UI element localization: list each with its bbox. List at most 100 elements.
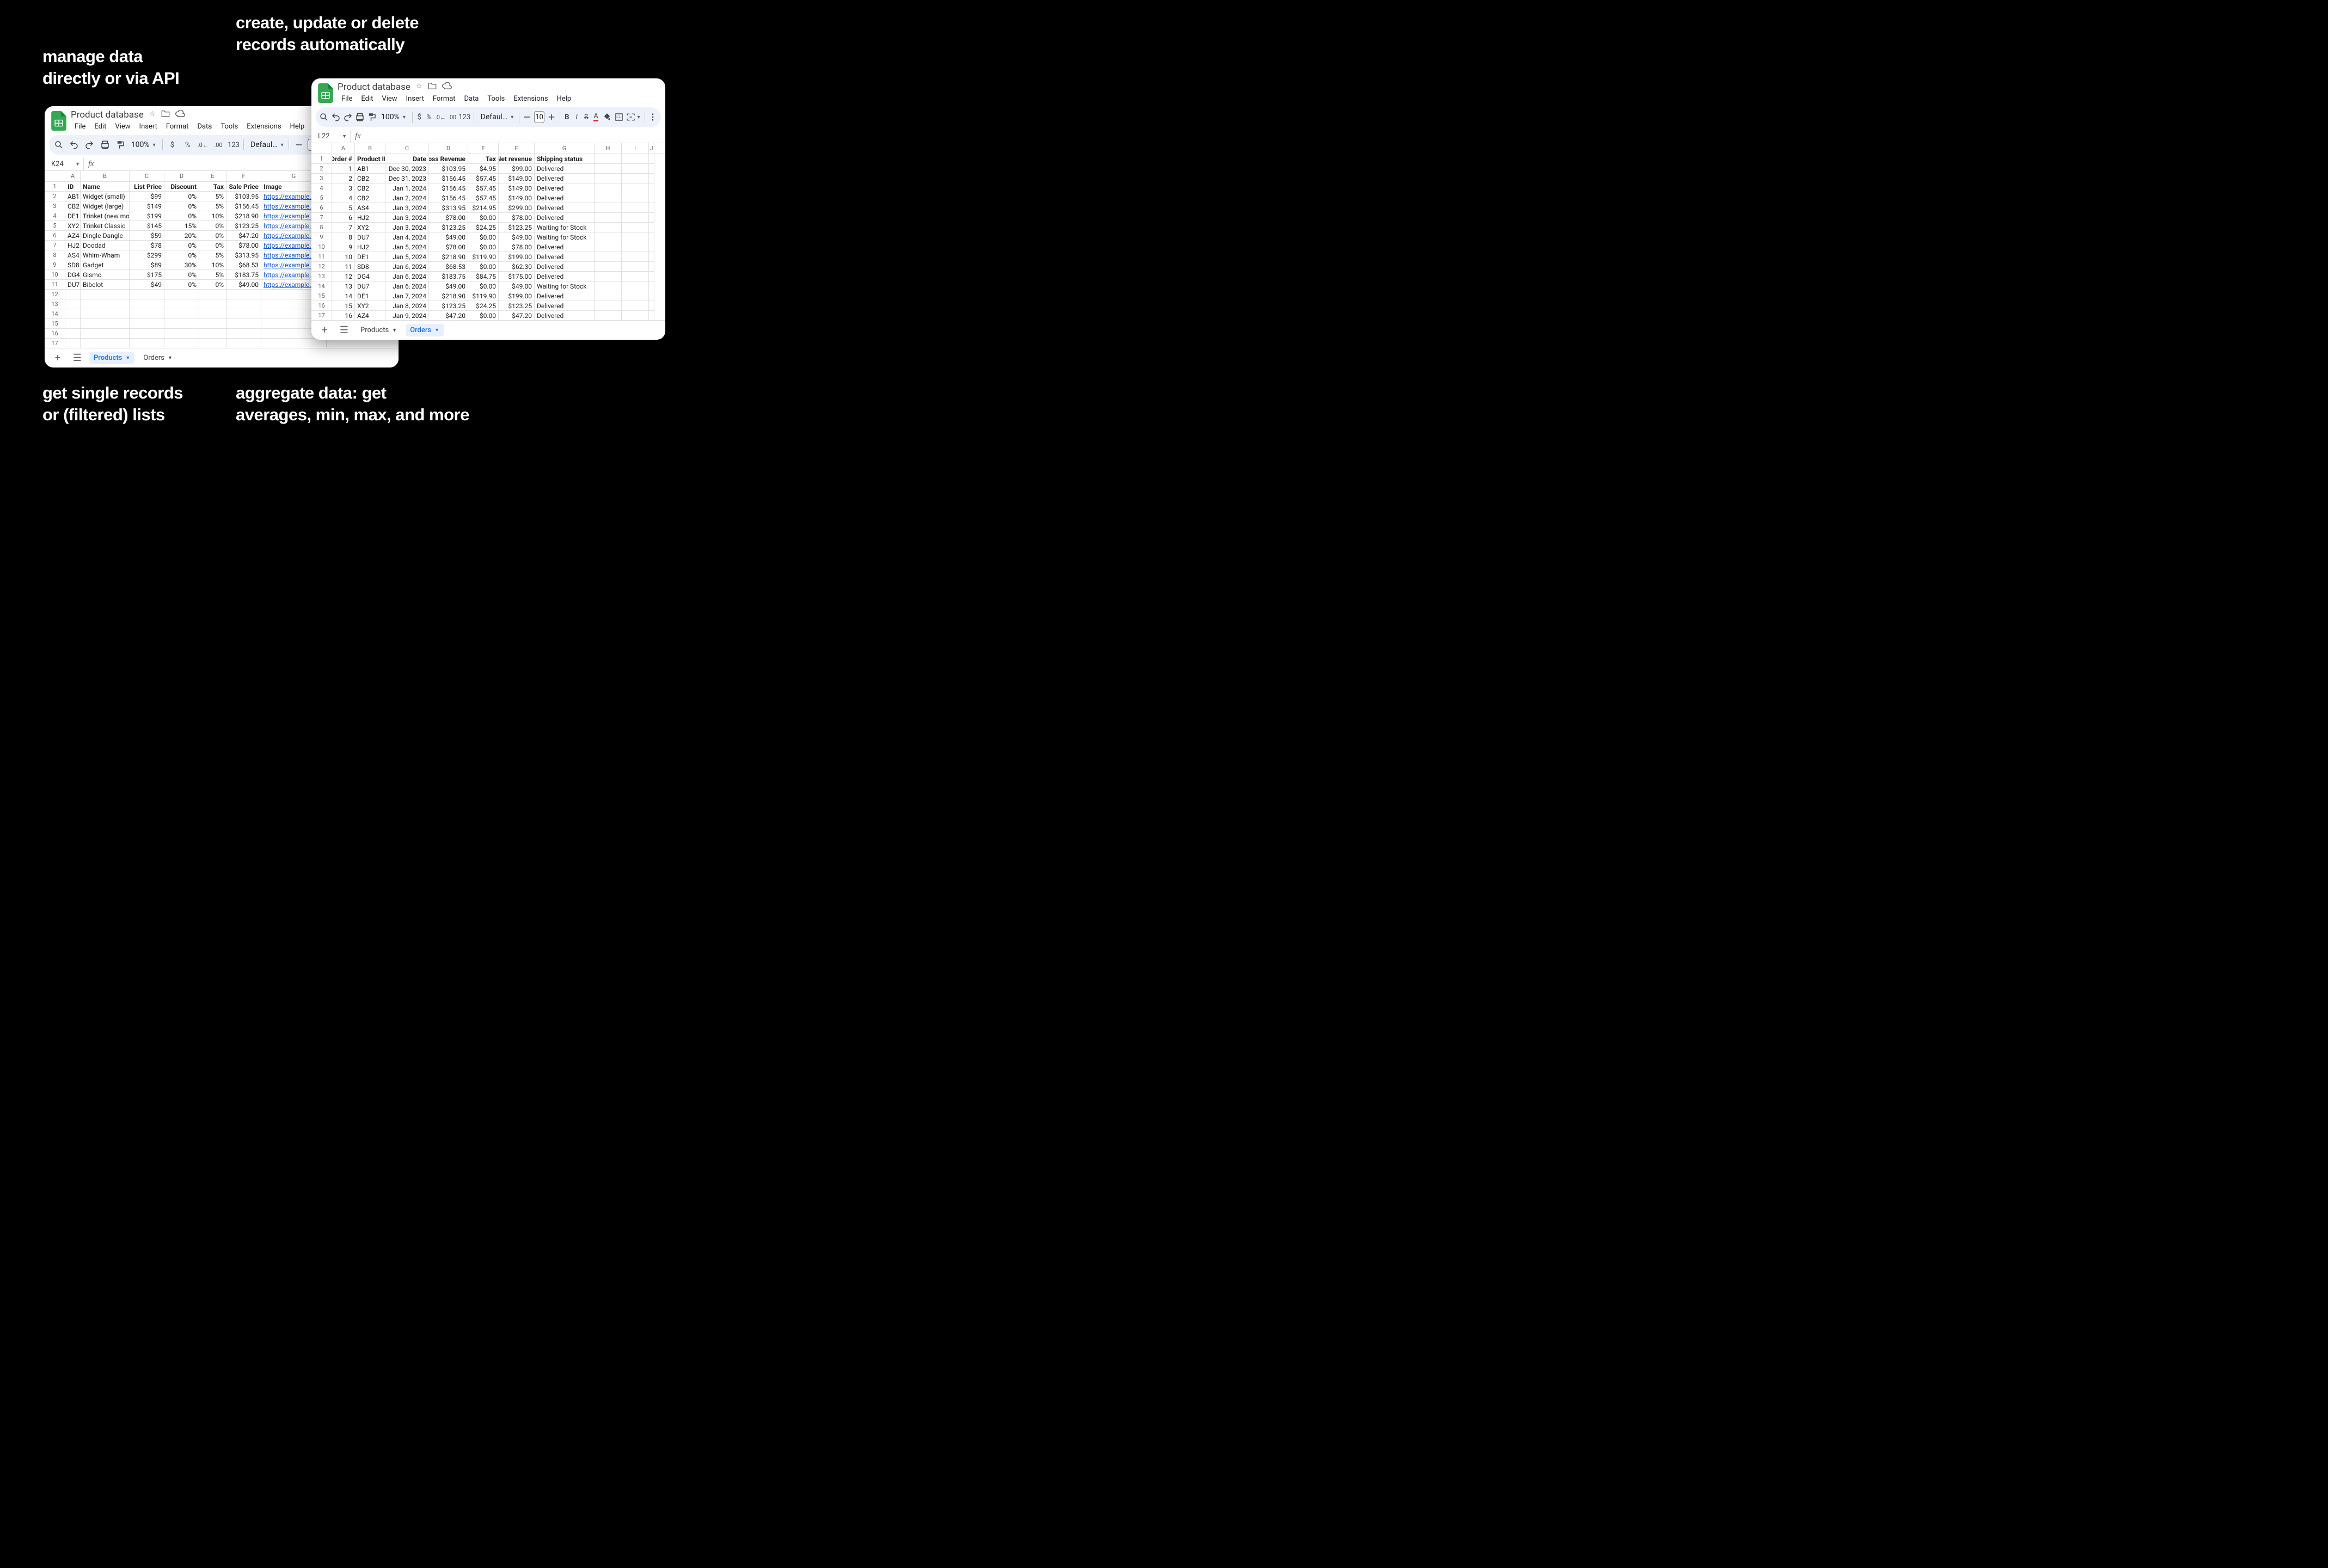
cell[interactable]	[81, 329, 130, 339]
decrease-decimal-button[interactable]: .0←	[435, 109, 446, 125]
cell[interactable]	[622, 223, 649, 232]
cell[interactable]: SD8	[355, 262, 385, 272]
cell[interactable]: 0%	[199, 221, 226, 231]
cell[interactable]	[649, 223, 654, 232]
cell[interactable]: $103.95	[429, 164, 468, 174]
cell[interactable]	[130, 299, 164, 309]
cell[interactable]	[261, 339, 327, 348]
cell[interactable]: 5	[332, 203, 355, 213]
print-button[interactable]	[98, 137, 111, 152]
cell[interactable]	[649, 291, 654, 301]
cell[interactable]: Jan 3, 2024	[385, 223, 429, 232]
cell[interactable]: 13	[332, 281, 355, 291]
cell[interactable]: $183.75	[226, 270, 261, 280]
currency-button[interactable]: $	[166, 137, 179, 152]
menu-edit[interactable]: Edit	[90, 121, 110, 132]
cell[interactable]	[649, 311, 654, 320]
doc-title[interactable]: Product database	[71, 109, 144, 120]
col-header-F[interactable]: F	[499, 143, 535, 154]
cell[interactable]: $299.00	[499, 203, 535, 213]
cell[interactable]	[65, 290, 81, 299]
currency-button[interactable]: $	[415, 109, 423, 125]
cell[interactable]	[595, 203, 622, 213]
products-header-cell[interactable]: Tax	[199, 182, 226, 192]
cell[interactable]: DU7	[65, 280, 81, 290]
all-sheets-button[interactable]: ☰	[336, 323, 352, 338]
cell[interactable]: 10%	[199, 260, 226, 270]
cell[interactable]	[81, 290, 130, 299]
cell[interactable]: AZ4	[355, 311, 385, 320]
cell[interactable]: 11	[332, 262, 355, 272]
cell[interactable]	[595, 311, 622, 320]
col-header-B[interactable]: B	[81, 171, 130, 181]
cell[interactable]: CB2	[355, 193, 385, 203]
doc-title[interactable]: Product database	[338, 82, 411, 93]
cell[interactable]: SD8	[65, 260, 81, 270]
cell[interactable]	[199, 309, 226, 319]
cell[interactable]: $57.45	[468, 183, 499, 193]
cell[interactable]	[595, 183, 622, 193]
cell[interactable]	[595, 291, 622, 301]
col-header-C[interactable]: C	[385, 143, 429, 154]
cell[interactable]	[130, 319, 164, 329]
col-header-H[interactable]: H	[595, 143, 622, 154]
decrease-decimal-button[interactable]: .0←	[197, 137, 210, 152]
cell[interactable]: 8	[332, 232, 355, 242]
menu-data[interactable]: Data	[193, 121, 216, 132]
cell[interactable]: Delivered	[535, 183, 595, 193]
cell[interactable]	[595, 262, 622, 272]
cell[interactable]: Delivered	[535, 272, 595, 281]
cell[interactable]: Dec 30, 2023	[385, 164, 429, 174]
cell[interactable]: XY2	[65, 221, 81, 231]
col-header-E[interactable]: E	[199, 171, 226, 181]
cell[interactable]	[649, 203, 654, 213]
cell[interactable]: Delivered	[535, 242, 595, 252]
tab-products[interactable]: Products▼	[356, 324, 401, 336]
cell[interactable]: HJ2	[65, 241, 81, 250]
cell[interactable]: Trinket (new model)	[81, 211, 130, 221]
cell[interactable]	[622, 193, 649, 203]
cell[interactable]	[622, 272, 649, 281]
cell[interactable]	[595, 223, 622, 232]
cell[interactable]	[622, 262, 649, 272]
cell[interactable]: Widget (large)	[81, 201, 130, 211]
cell[interactable]	[595, 164, 622, 174]
cell[interactable]	[65, 299, 81, 309]
menu-file[interactable]: File	[71, 121, 89, 132]
cell[interactable]	[199, 299, 226, 309]
tab-orders[interactable]: Orders▼	[406, 324, 444, 336]
undo-button[interactable]	[68, 137, 81, 152]
cell[interactable]: $123.25	[429, 223, 468, 232]
cell[interactable]: $199	[130, 211, 164, 221]
cell[interactable]: 7	[332, 223, 355, 232]
cell[interactable]: $68.53	[429, 262, 468, 272]
cell[interactable]: $78.00	[499, 242, 535, 252]
cell[interactable]: $123.25	[429, 301, 468, 311]
cell[interactable]: $47.20	[226, 231, 261, 241]
col-header-B[interactable]: B	[355, 143, 385, 154]
cell[interactable]: $218.90	[429, 252, 468, 262]
cell[interactable]	[65, 339, 81, 348]
cell[interactable]: Delivered	[535, 193, 595, 203]
col-header-G[interactable]: G	[535, 143, 595, 154]
cloud-icon[interactable]	[442, 82, 452, 92]
cell[interactable]: 14	[332, 291, 355, 301]
cell[interactable]: DG4	[355, 272, 385, 281]
col-header-J[interactable]: J	[649, 143, 654, 154]
all-sheets-button[interactable]: ☰	[70, 351, 85, 366]
menu-extensions[interactable]: Extensions	[510, 94, 552, 104]
cell[interactable]: $57.45	[468, 174, 499, 183]
cell[interactable]: 2	[332, 174, 355, 183]
cell[interactable]: $89	[130, 260, 164, 270]
cell[interactable]: $78.00	[226, 241, 261, 250]
cell[interactable]: $49	[130, 280, 164, 290]
cell[interactable]: $199.00	[499, 291, 535, 301]
cell[interactable]: AZ4	[65, 231, 81, 241]
menu-help[interactable]: Help	[553, 94, 575, 104]
cell[interactable]: $47.20	[499, 311, 535, 320]
cell[interactable]: $149.00	[499, 183, 535, 193]
font-select[interactable]: Defaul… ▼	[247, 140, 285, 149]
cell[interactable]: Whim-Wham	[81, 250, 130, 260]
cell[interactable]: DU7	[355, 281, 385, 291]
cell[interactable]: $0.00	[468, 232, 499, 242]
